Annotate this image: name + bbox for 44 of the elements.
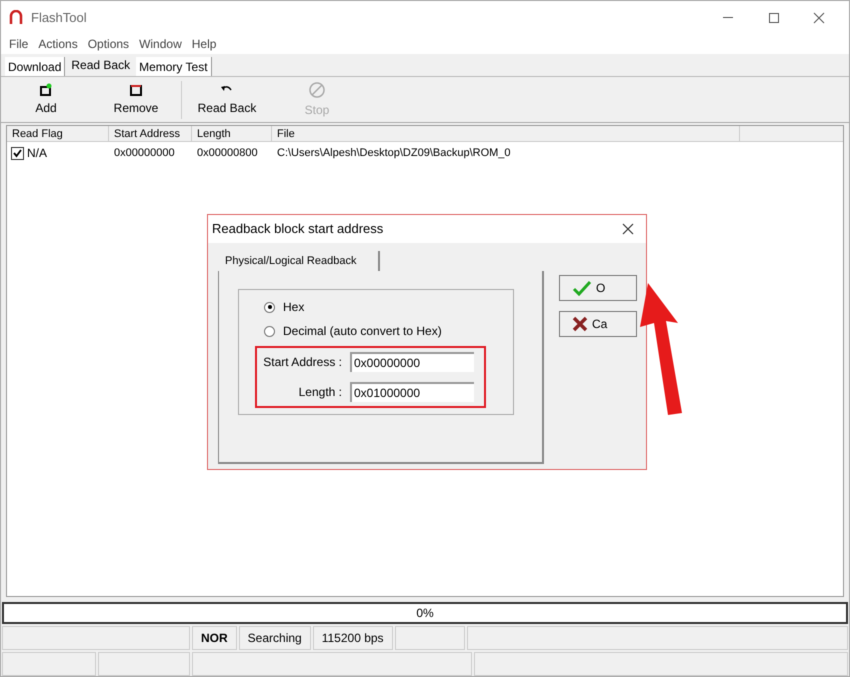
- radio-label: Decimal (auto convert to Hex): [283, 323, 442, 340]
- status-panel: [394, 626, 465, 650]
- table-cell-text: N/A: [27, 145, 48, 162]
- field-label: Start Address :: [263, 354, 342, 371]
- table-cell-text: C:\Users\Alpesh\Desktop\DZ09\Backup\ROM_0: [276, 146, 512, 161]
- status-field: 115200 bps: [312, 626, 393, 650]
- toolbar-button[interactable]: Add: [1, 78, 91, 120]
- input-field[interactable]: 0x00000000: [350, 352, 474, 372]
- window-title: FlashTool: [31, 8, 87, 27]
- toolbar-button[interactable]: Read Back: [182, 78, 272, 120]
- radio-button[interactable]: [264, 326, 275, 336]
- radio-label: Hex: [283, 299, 304, 316]
- toolbar-button[interactable]: Remove: [91, 78, 181, 120]
- tab[interactable]: Memory Test: [136, 57, 212, 76]
- radio-button[interactable]: [264, 302, 275, 312]
- input-field[interactable]: 0x01000000: [350, 382, 474, 402]
- progress-text: 0%: [416, 605, 434, 622]
- table-cell-text: 0x00000000: [113, 146, 176, 161]
- remove-icon: [129, 82, 143, 96]
- menu-item[interactable]: Options: [88, 35, 130, 53]
- tab[interactable]: Download: [5, 57, 66, 76]
- check-icon: [572, 280, 592, 296]
- add-icon: [39, 82, 53, 96]
- dialog-button[interactable]: O: [559, 275, 637, 301]
- status-field: NOR: [192, 626, 237, 650]
- field-label: Length :: [298, 384, 342, 401]
- dialog-title: Readback block start address: [212, 220, 384, 238]
- menu-item[interactable]: Window: [139, 35, 182, 53]
- cross-icon: [572, 316, 588, 332]
- column-header[interactable]: Read Flag: [7, 126, 109, 141]
- column-header[interactable]: Length: [192, 126, 272, 141]
- column-header[interactable]: File: [272, 126, 740, 141]
- menu-item[interactable]: File: [9, 35, 28, 53]
- menu-item[interactable]: Help: [192, 35, 216, 53]
- prohibited-icon: [308, 80, 326, 98]
- dialog-button[interactable]: Ca: [559, 311, 637, 337]
- table-cell-text: 0x00000800: [196, 146, 259, 161]
- menu-item[interactable]: Actions: [38, 35, 78, 53]
- status-field: Searching: [238, 626, 311, 650]
- app-logo-icon: [9, 10, 23, 26]
- close-icon[interactable]: [622, 223, 634, 235]
- close-icon[interactable]: [813, 12, 825, 24]
- column-header[interactable]: Start Address: [109, 126, 192, 141]
- checkbox[interactable]: [11, 146, 24, 160]
